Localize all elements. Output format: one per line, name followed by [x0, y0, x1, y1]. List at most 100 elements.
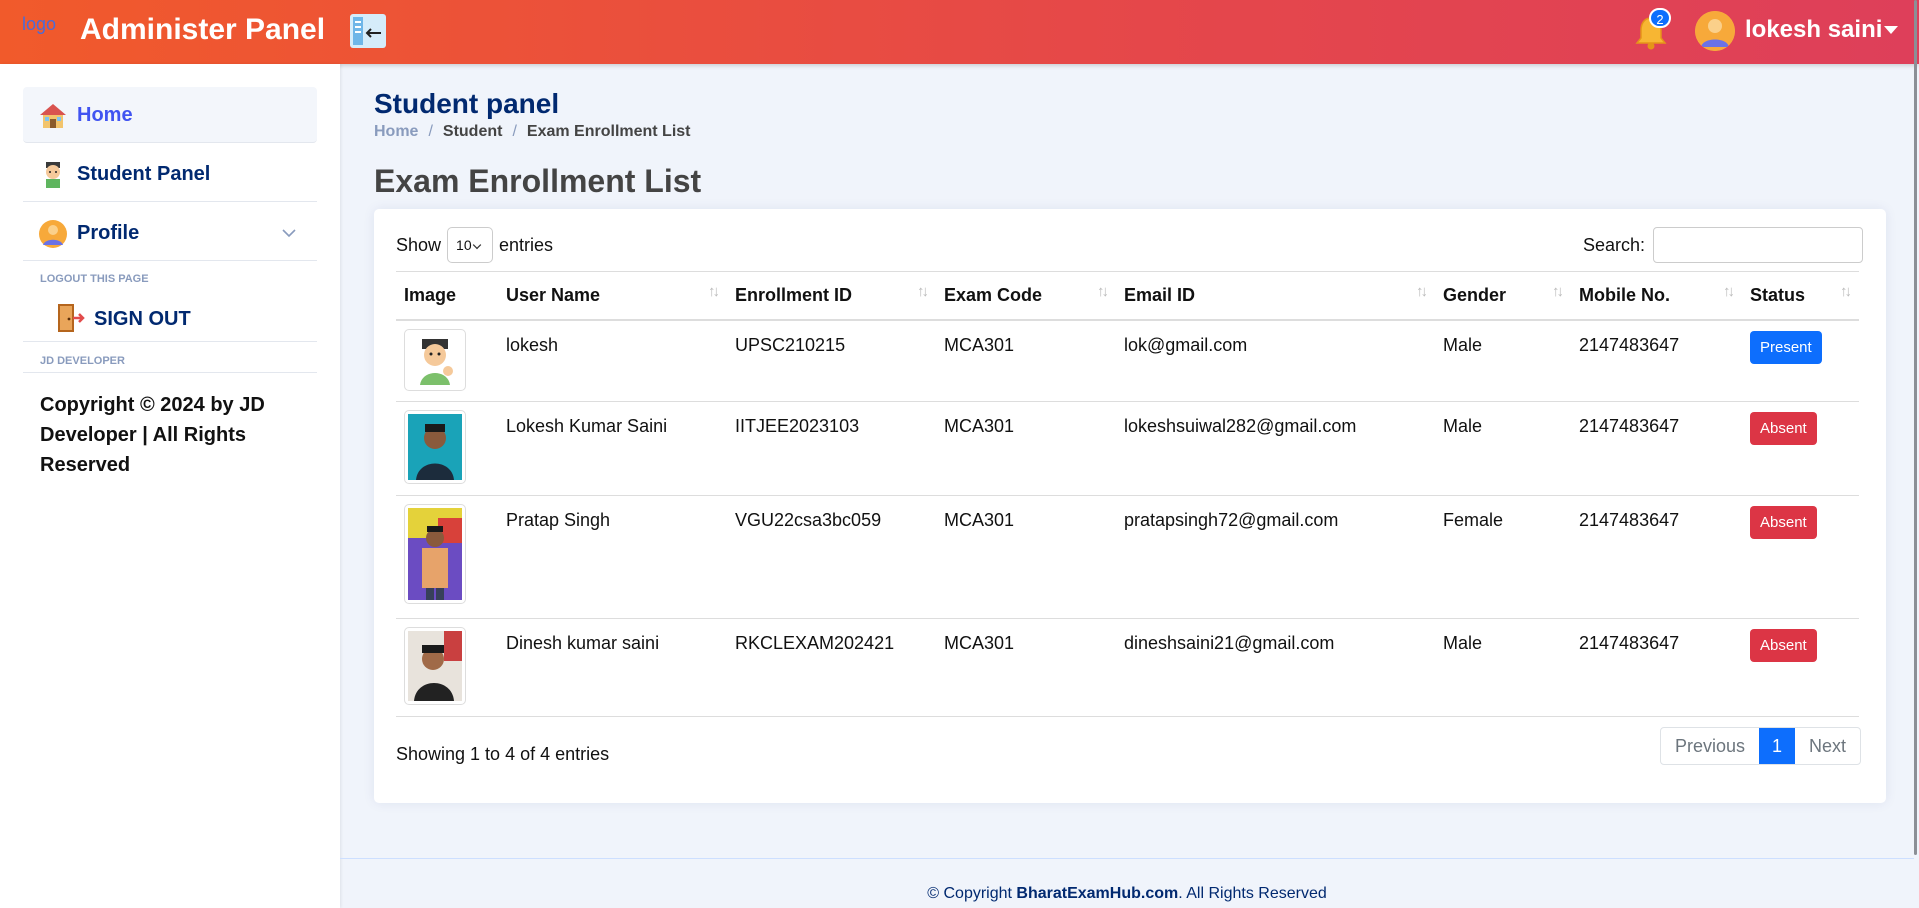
column-header-user-name[interactable]: User Name ↑↓ [498, 271, 727, 321]
search-control: Search: [1583, 227, 1864, 263]
cell-email: dineshsaini21@gmail.com [1116, 618, 1435, 717]
cell-enrollment-id: RKCLEXAM202421 [727, 618, 936, 717]
footer-suffix: . All Rights Reserved [1178, 885, 1327, 902]
breadcrumb-home[interactable]: Home [374, 123, 418, 141]
page-footer: © Copyright BharatExamHub.com. All Right… [340, 858, 1914, 908]
column-header-mobile[interactable]: Mobile No. ↑↓ [1571, 271, 1742, 321]
enrollment-table: Image User Name ↑↓ Enrollment ID ↑↓ Exam C… [396, 271, 1859, 717]
sort-icon: ↑↓ [917, 283, 929, 300]
sidebar-item-label: Profile [77, 222, 140, 244]
section-heading: Exam Enrollment List [374, 163, 702, 199]
search-input[interactable] [1653, 227, 1864, 263]
cell-image [396, 618, 498, 717]
sort-icon: ↑↓ [708, 283, 720, 300]
sort-icon: ↑↓ [1552, 283, 1564, 300]
breadcrumb-separator: / [512, 123, 517, 140]
cell-mobile: 2147483647 [1571, 495, 1742, 619]
sidebar-item-profile[interactable]: Profile [23, 205, 317, 261]
cell-gender: Female [1435, 495, 1571, 619]
sidebar-toggle-icon[interactable] [350, 14, 386, 48]
user-name[interactable]: lokesh saini [1745, 16, 1882, 44]
divider [23, 372, 317, 373]
caret-down-icon[interactable] [1884, 26, 1898, 34]
column-header-status[interactable]: Status ↑↓ [1742, 271, 1859, 321]
cell-user-name: Pratap Singh [498, 495, 727, 619]
status-absent-button[interactable]: Absent [1750, 629, 1817, 662]
footer-prefix: © Copyright [927, 885, 1017, 902]
column-header-gender[interactable]: Gender ↑↓ [1435, 271, 1571, 321]
student-icon [38, 160, 68, 190]
cell-email: pratapsingh72@gmail.com [1116, 495, 1435, 619]
cell-gender: Male [1435, 618, 1571, 717]
breadcrumb-student[interactable]: Student [443, 123, 503, 141]
breadcrumb-separator: / [428, 123, 433, 140]
student-photo [404, 410, 466, 484]
table-row: Dinesh kumar saini RKCLEXAM202421 MCA301… [396, 618, 1859, 717]
sidebar: Home Student Panel Profile LOGOUT THIS P… [0, 64, 340, 908]
divider [23, 341, 317, 342]
search-label: Search: [1583, 234, 1646, 255]
status-present-button[interactable]: Present [1750, 330, 1822, 364]
entries-label: entries [499, 234, 554, 255]
table-row: Pratap Singh VGU22csa3bc059 MCA301 prata… [396, 495, 1859, 619]
cell-status: Present [1742, 319, 1859, 402]
sidebar-item-home[interactable]: Home [23, 87, 317, 143]
column-header-enrollment-id[interactable]: Enrollment ID ↑↓ [727, 271, 936, 321]
brand-title[interactable]: Administer Panel [80, 13, 325, 47]
cell-email: lokeshsuiwal282@gmail.com [1116, 401, 1435, 496]
cell-user-name: Dinesh kumar saini [498, 618, 727, 717]
previous-page-button[interactable]: Previous [1661, 728, 1759, 764]
sidebar-item-student-panel[interactable]: Student Panel [23, 146, 317, 202]
sort-icon: ↑↓ [1723, 283, 1735, 300]
house-icon [38, 101, 68, 131]
column-header-exam-code[interactable]: Exam Code ↑↓ [936, 271, 1116, 321]
notification-badge: 2 [1649, 8, 1671, 28]
section-heading-logout: LOGOUT THIS PAGE [40, 273, 149, 285]
sort-icon: ↑↓ [1416, 283, 1428, 300]
cell-mobile: 2147483647 [1571, 618, 1742, 717]
cell-image [396, 401, 498, 496]
enrollment-card: Show 10 entries Search: Image User Name ↑… [374, 209, 1886, 803]
cell-exam-code: MCA301 [936, 401, 1116, 496]
cell-exam-code: MCA301 [936, 495, 1116, 619]
table-header-row: Image User Name ↑↓ Enrollment ID ↑↓ Exam C… [396, 271, 1859, 321]
cell-enrollment-id: IITJEE2023103 [727, 401, 936, 496]
page-title: Student panel [374, 88, 560, 119]
next-page-button[interactable]: Next [1795, 728, 1860, 764]
breadcrumb: Home / Student / Exam Enrollment List [374, 123, 691, 141]
signout-button[interactable]: SIGN OUT [55, 298, 255, 338]
breadcrumb-current: Exam Enrollment List [526, 123, 691, 140]
top-header: logo Administer Panel 2 lokesh saini [0, 0, 1919, 64]
column-header-image[interactable]: Image [396, 271, 498, 321]
sidebar-item-label: Home [77, 104, 133, 126]
entries-select[interactable]: 10 [447, 227, 494, 263]
cell-enrollment-id: UPSC210215 [727, 319, 936, 402]
cell-image [396, 495, 498, 619]
table-info: Showing 1 to 4 of 4 entries [396, 744, 610, 764]
signout-label: SIGN OUT [94, 308, 191, 330]
cell-enrollment-id: VGU22csa3bc059 [727, 495, 936, 619]
cell-mobile: 2147483647 [1571, 319, 1742, 402]
chevron-down-icon[interactable] [281, 225, 297, 241]
page-1-button[interactable]: 1 [1759, 728, 1796, 764]
cell-status: Absent [1742, 401, 1859, 496]
student-photo [404, 627, 466, 705]
sort-icon: ↑↓ [1097, 283, 1109, 300]
sort-icon: ↑↓ [1840, 283, 1852, 300]
sidebar-item-label: Student Panel [77, 163, 211, 185]
cell-status: Absent [1742, 618, 1859, 717]
scrollbar[interactable] [1914, 0, 1917, 855]
cell-mobile: 2147483647 [1571, 401, 1742, 496]
cell-exam-code: MCA301 [936, 618, 1116, 717]
section-heading-developer: JD DEVELOPER [40, 355, 125, 367]
student-photo [404, 328, 466, 391]
logo[interactable]: logo [22, 14, 56, 35]
cell-image [396, 319, 498, 402]
status-absent-button[interactable]: Absent [1750, 412, 1817, 445]
cell-gender: Male [1435, 401, 1571, 496]
status-absent-button[interactable]: Absent [1750, 506, 1817, 539]
footer-site-link[interactable]: BharatExamHub.com [1016, 885, 1178, 902]
column-header-email[interactable]: Email ID ↑↓ [1116, 271, 1435, 321]
user-avatar-icon[interactable] [1695, 11, 1735, 51]
table-row: lokesh UPSC210215 MCA301 lok@gmail.com M… [396, 319, 1859, 402]
